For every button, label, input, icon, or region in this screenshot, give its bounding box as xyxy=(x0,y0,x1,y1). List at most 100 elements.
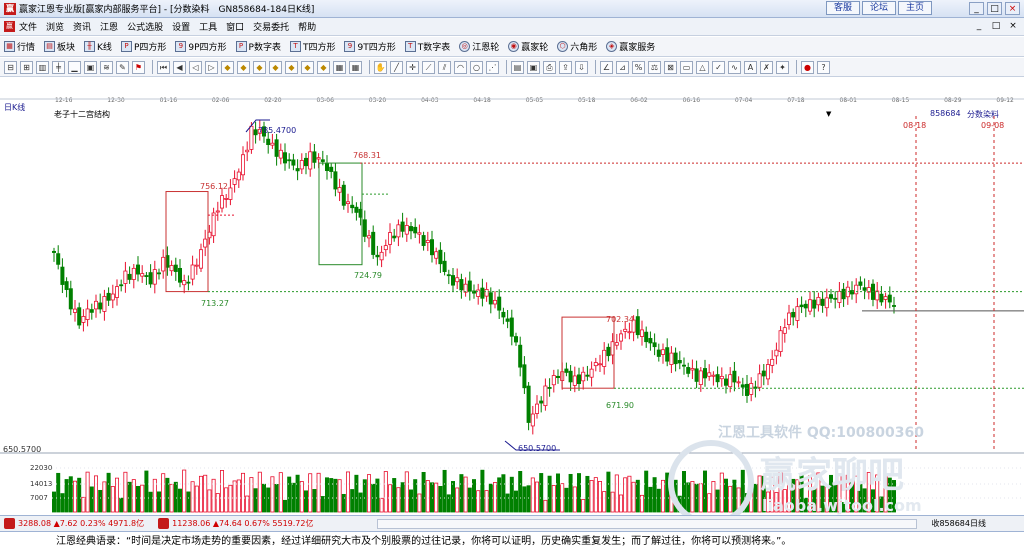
mdi-minimize-button[interactable]: _ xyxy=(972,20,986,32)
toolbar-t-table-button[interactable]: T T数字表 xyxy=(404,40,450,53)
forum-link[interactable]: 论坛 xyxy=(862,1,896,15)
toolbar-gann-wheel-button[interactable]: ◎ 江恩轮 xyxy=(459,40,499,53)
back-icon[interactable]: ◁ xyxy=(189,60,202,74)
record-icon[interactable]: ● xyxy=(801,60,814,74)
toolbar-9t-square-button[interactable]: 9 9T四方形 xyxy=(344,40,396,53)
diamond-3-icon[interactable]: ◆ xyxy=(253,60,266,74)
menu-info[interactable]: 资讯 xyxy=(73,20,91,33)
label-713: 713.27 xyxy=(201,299,229,308)
grid-3-icon[interactable]: ⊠ xyxy=(664,60,677,74)
grid-2-icon[interactable]: ▦ xyxy=(349,60,362,74)
window-close-button[interactable]: × xyxy=(1005,2,1020,15)
diamond-2-icon[interactable]: ◆ xyxy=(237,60,250,74)
toolbar-p-table-button[interactable]: P P数字表 xyxy=(235,40,281,53)
diamond-1-icon[interactable]: ◆ xyxy=(221,60,234,74)
candle-body xyxy=(749,383,754,395)
circle-icon[interactable]: ○ xyxy=(470,60,483,74)
mdi-restore-button[interactable]: □ xyxy=(989,20,1003,32)
delete-icon[interactable]: ✗ xyxy=(760,60,773,74)
candle-body xyxy=(648,338,653,344)
menu-file[interactable]: 文件 xyxy=(19,20,37,33)
customer-service-link[interactable]: 客服 xyxy=(826,1,860,15)
first-page-icon[interactable]: ⏮ xyxy=(157,60,170,74)
toolbar-service-button[interactable]: ◈ 赢家服务 xyxy=(606,40,655,53)
indicator-icon[interactable]: ≋ xyxy=(100,60,113,74)
dropdown-arrow-icon[interactable]: ▼ xyxy=(826,110,831,118)
candle-icon[interactable]: ╪ xyxy=(52,60,65,74)
homepage-link[interactable]: 主页 xyxy=(898,1,932,15)
triangle-icon[interactable]: △ xyxy=(696,60,709,74)
candle-body xyxy=(593,362,598,367)
zoom-icon[interactable]: ⊞ xyxy=(20,60,33,74)
flag-icon[interactable]: ⚑ xyxy=(132,60,145,74)
diamond-7-icon[interactable]: ◆ xyxy=(317,60,330,74)
volume-bar xyxy=(396,487,401,513)
toolbar-9p-square-button[interactable]: 9 9P四方形 xyxy=(175,40,227,53)
bars-icon[interactable]: ▥ xyxy=(36,60,49,74)
kline-chart-area[interactable]: 785.4700 768.31 756.12 724.79 713.27 702.34 67… xyxy=(0,98,1024,526)
menu-help[interactable]: 帮助 xyxy=(298,20,316,33)
index-1[interactable]: 3288.08 ▲7.62 0.23% 4971.8亿 xyxy=(18,518,144,529)
ruler-icon[interactable]: ⊿ xyxy=(616,60,629,74)
volume-bar xyxy=(421,471,426,513)
fan-icon[interactable]: ⋰ xyxy=(486,60,499,74)
menu-tools[interactable]: 工具 xyxy=(199,20,217,33)
forward-icon[interactable]: ▷ xyxy=(205,60,218,74)
menu-settings[interactable]: 设置 xyxy=(172,20,190,33)
candle-body xyxy=(824,297,829,309)
toolbar-sector-button[interactable]: ▤ 板块 xyxy=(44,40,75,53)
pen-icon[interactable]: ✎ xyxy=(116,60,129,74)
diamond-6-icon[interactable]: ◆ xyxy=(301,60,314,74)
percent-icon[interactable]: % xyxy=(632,60,645,74)
toolbar-t-square-button[interactable]: T T四方形 xyxy=(289,40,335,53)
volume-icon[interactable]: ▁ xyxy=(68,60,81,74)
line-icon[interactable]: ╱ xyxy=(390,60,403,74)
save-icon[interactable]: ▣ xyxy=(527,60,540,74)
channel-icon[interactable]: ⫽ xyxy=(438,60,451,74)
prev-page-icon[interactable]: ◀ xyxy=(173,60,186,74)
text-icon[interactable]: A xyxy=(744,60,757,74)
hand-icon[interactable]: ✋ xyxy=(374,60,387,74)
index-2[interactable]: 11238.06 ▲74.64 0.67% 5519.72亿 xyxy=(172,518,313,529)
menu-trade[interactable]: 交易委托 xyxy=(253,20,289,33)
box-icon[interactable]: ▭ xyxy=(680,60,693,74)
export-icon[interactable]: ⇪ xyxy=(559,60,572,74)
toolbar-winner-wheel-button[interactable]: ◉ 赢家轮 xyxy=(508,40,548,53)
overlay-icon[interactable]: ▣ xyxy=(84,60,97,74)
toolbar-quotes-button[interactable]: ▦ 行情 xyxy=(4,40,35,53)
toolbar-p-square-button[interactable]: P P四方形 xyxy=(120,40,166,53)
trend-icon[interactable]: ⟋ xyxy=(422,60,435,74)
mdi-close-button[interactable]: × xyxy=(1006,20,1020,32)
cross-icon[interactable]: ✛ xyxy=(406,60,419,74)
help-icon[interactable]: ? xyxy=(817,60,830,74)
menu-browse[interactable]: 浏览 xyxy=(46,20,64,33)
diamond-5-icon[interactable]: ◆ xyxy=(285,60,298,74)
toolbar-hexagon-button[interactable]: ⬡ 六角形 xyxy=(557,40,597,53)
p-square-icon: P xyxy=(120,41,132,52)
candle-body xyxy=(127,273,132,280)
scale-icon[interactable]: ⚖ xyxy=(648,60,661,74)
menu-formula-screen[interactable]: 公式选股 xyxy=(127,20,163,33)
volume-bar xyxy=(606,471,611,513)
arc-icon[interactable]: ◠ xyxy=(454,60,467,74)
window-minimize-button[interactable]: _ xyxy=(969,2,984,15)
window-maximize-button[interactable]: □ xyxy=(987,2,1002,15)
menu-gann[interactable]: 江恩 xyxy=(100,20,118,33)
mark-icon[interactable]: ✓ xyxy=(712,60,725,74)
import-icon[interactable]: ⇩ xyxy=(575,60,588,74)
toolbar-kline-button[interactable]: ╫ K线 xyxy=(84,40,112,53)
menu-window[interactable]: 窗口 xyxy=(226,20,244,33)
cursor-icon[interactable]: ⊟ xyxy=(4,60,17,74)
calendar-icon[interactable]: ▤ xyxy=(511,60,524,74)
candle-body xyxy=(816,296,821,306)
angle-icon[interactable]: ∠ xyxy=(600,60,613,74)
star-icon[interactable]: ✦ xyxy=(776,60,789,74)
candle-body xyxy=(156,272,161,275)
wave-icon[interactable]: ∿ xyxy=(728,60,741,74)
diamond-4-icon[interactable]: ◆ xyxy=(269,60,282,74)
print-icon[interactable]: ⎙ xyxy=(543,60,556,74)
volume-bar xyxy=(589,480,594,513)
status-scroll-track[interactable] xyxy=(377,519,917,529)
grid-icon[interactable]: ▦ xyxy=(333,60,346,74)
toolbar-separator xyxy=(152,60,153,74)
